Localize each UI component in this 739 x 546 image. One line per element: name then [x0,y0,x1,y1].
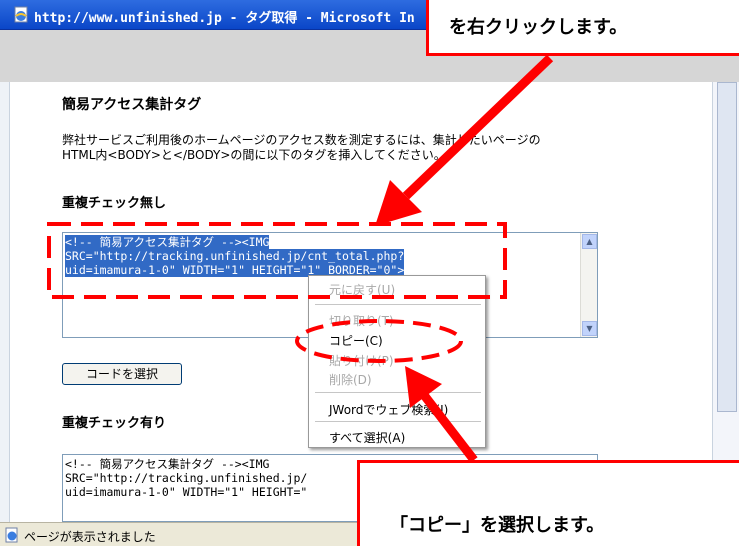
callout-right-click-text: を右クリックします。 [449,17,628,38]
callout-select-copy: 「コピー」を選択します。 [357,460,739,546]
window-title: http://www.unfinished.jp - タグ取得 - Micros… [34,11,415,26]
page-description: 弊社サービスご利用後のホームページのアクセス数を測定するには、集計したいページの… [62,133,662,163]
left-frame-edge [0,82,10,522]
status-text: ページが表示されました [24,530,156,544]
ie-page-icon [5,527,18,543]
code-line-1: <!-- 簡易アクセス集計タグ --><IMG [65,235,270,249]
code-text-2: <!-- 簡易アクセス集計タグ --><IMG SRC="http://trac… [65,457,307,499]
ie-page-icon [14,6,28,23]
menu-separator [315,421,481,422]
callout-right-click: を右クリックします。 [426,0,739,56]
menu-item-delete[interactable]: 削除(D) [329,371,372,388]
scroll-down-icon[interactable]: ▼ [582,321,597,336]
menu-separator [315,392,481,393]
menu-item-undo[interactable]: 元に戻す(U) [329,281,395,298]
section-title-with-duplicate-check: 重複チェック有り [62,416,167,431]
code2-line-1: <!-- 簡易アクセス集計タグ --><IMG [65,457,270,471]
code2-line-2: SRC="http://tracking.unfinished.jp/ [65,471,308,485]
code2-line-3: uid=imamura-1-0" WIDTH="1" HEIGHT=" [65,485,308,499]
description-line-2: HTML内<BODY>と</BODY>の間に以下のタグを挿入してください。 [62,148,446,162]
menu-item-select-all[interactable]: すべて選択(A) [329,429,405,446]
select-code-button[interactable]: コードを選択 [62,363,182,385]
page-title: 簡易アクセス集計タグ [62,97,202,113]
menu-item-paste[interactable]: 貼り付け(P) [329,352,394,369]
description-line-1: 弊社サービスご利用後のホームページのアクセス数を測定するには、集計したいページの [62,133,541,147]
menu-separator [315,304,481,305]
section-title-no-duplicate-check: 重複チェック無し [62,196,167,211]
menu-item-cut[interactable]: 切り取り(T) [329,312,394,329]
code-text: <!-- 簡易アクセス集計タグ --><IMG SRC="http://trac… [65,235,405,277]
menu-item-copy[interactable]: コピー(C) [329,332,383,349]
context-menu: 元に戻す(U) 切り取り(T) コピー(C) 貼り付け(P) 削除(D) JWo… [308,275,486,448]
window-scrollbar-thumb[interactable] [717,82,737,412]
code-scrollbar[interactable]: ▲ ▼ [580,233,597,337]
callout-select-copy-text: 「コピー」を選択します。 [390,515,605,536]
menu-item-jword-search[interactable]: JWordでウェブ検索(J) [329,401,448,418]
scroll-up-icon[interactable]: ▲ [582,234,597,249]
code-line-2: SRC="http://tracking.unfinished.jp/cnt_t… [65,249,405,263]
